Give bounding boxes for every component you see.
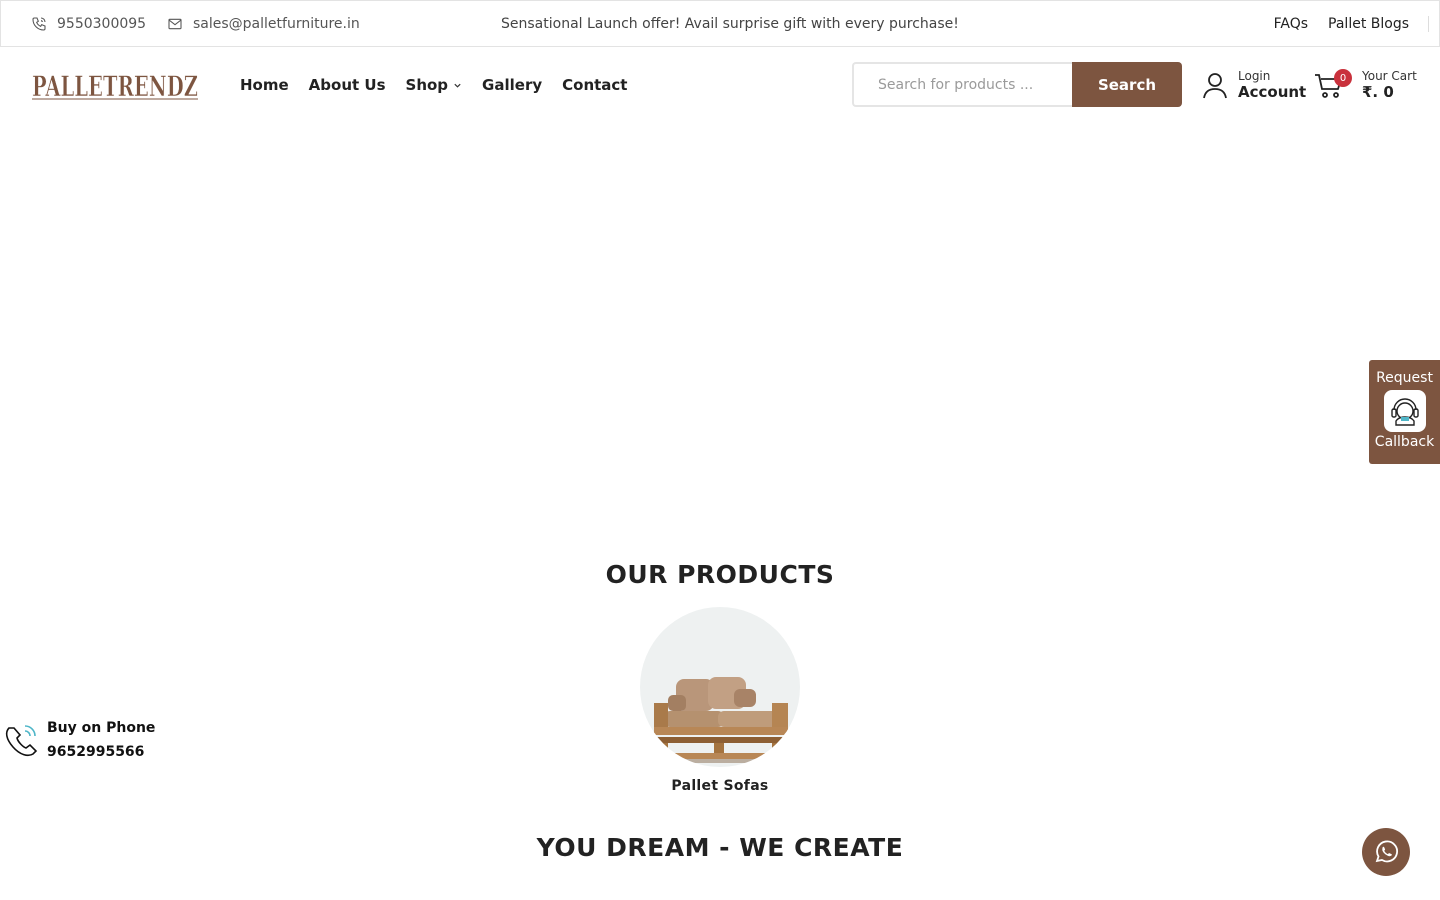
buy-on-phone[interactable]: Buy on Phone 9652995566 (3, 716, 155, 764)
callback-label-top: Request (1376, 370, 1433, 386)
nav-about-us[interactable]: About Us (309, 76, 386, 94)
site-logo[interactable]: PALLETRENDZ (30, 63, 200, 104)
svg-text:PALLETRENDZ: PALLETRENDZ (32, 70, 198, 103)
phone-call-icon (5, 725, 38, 757)
whatsapp-icon (1375, 840, 1398, 863)
topbar-email-text: sales@palletfurniture.in (193, 15, 360, 32)
nav-contact[interactable]: Contact (562, 76, 627, 94)
product-card-pallet-sofas[interactable]: Pallet Sofas (640, 607, 800, 794)
topbar-phone-text: 9550300095 (57, 15, 147, 32)
main-nav: Home About Us Shop Gallery Contact (240, 47, 627, 123)
faqs-link[interactable]: FAQs (1274, 16, 1308, 32)
cart-icon-wrap: 0 (1314, 69, 1352, 100)
pallet-blogs-link[interactable]: Pallet Blogs (1328, 16, 1409, 32)
buy-on-phone-label: Buy on Phone (47, 720, 156, 736)
nav-shop[interactable]: Shop (406, 76, 463, 94)
support-agent-icon (1390, 398, 1419, 426)
whatsapp-button[interactable] (1362, 828, 1410, 876)
promo-text: Sensational Launch offer! Avail surprise… (501, 15, 959, 32)
phone-icon (32, 16, 46, 31)
cart-small-label: Your Cart (1362, 69, 1417, 83)
main-header: PALLETRENDZ Home About Us Shop Gallery C… (0, 47, 1440, 123)
chevron-down-icon (454, 83, 461, 88)
our-products-heading: OUR PRODUCTS (605, 560, 835, 589)
search-input[interactable] (852, 62, 1072, 107)
nav-shop-label: Shop (405, 76, 449, 94)
topbar-email[interactable]: sales@palletfurniture.in (167, 1, 360, 46)
request-callback-button[interactable]: Request Callback (1369, 360, 1440, 464)
account-big-label: Account (1238, 83, 1307, 101)
mail-icon (168, 18, 182, 29)
search-bar: Search (852, 62, 1182, 107)
callback-icon-box (1383, 390, 1426, 432)
nav-gallery[interactable]: Gallery (482, 76, 542, 94)
top-bar: 9550300095 sales@palletfurniture.in Sens… (0, 0, 1440, 47)
dream-create-heading: YOU DREAM - WE CREATE (536, 833, 904, 862)
cart-link[interactable]: 0 Your Cart ₹. 0 (1314, 69, 1417, 101)
account-small-label: Login (1238, 69, 1271, 83)
buy-on-phone-number: 9652995566 (47, 744, 145, 760)
product-image-pallet-sofas (640, 607, 800, 767)
search-button[interactable]: Search (1072, 62, 1182, 107)
nav-home[interactable]: Home (240, 76, 289, 94)
account-link[interactable]: Login Account (1202, 69, 1306, 101)
cart-count-badge: 0 (1334, 69, 1352, 87)
product-name-pallet-sofas[interactable]: Pallet Sofas (640, 778, 800, 794)
topbar-phone[interactable]: 9550300095 (31, 1, 146, 46)
cart-total: ₹. 0 (1362, 83, 1394, 101)
user-icon (1203, 73, 1227, 99)
divider (1428, 16, 1429, 32)
callback-label-bottom: Callback (1374, 434, 1435, 450)
